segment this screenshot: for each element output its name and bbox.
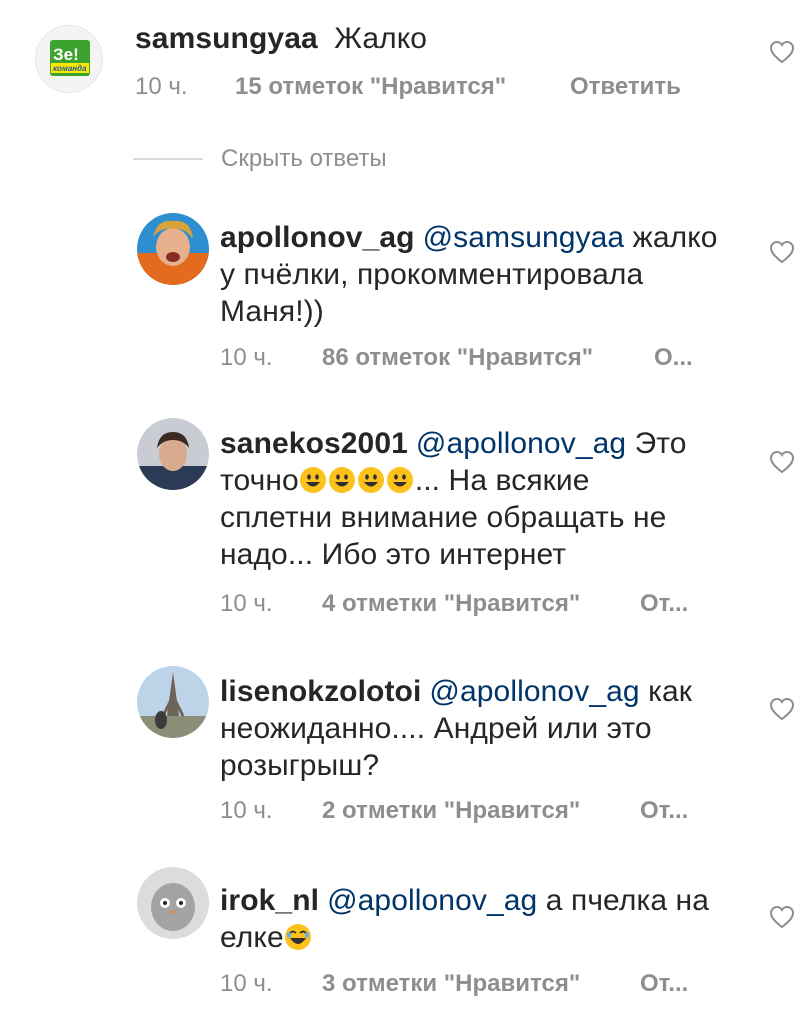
timestamp: 10 ч. [220, 590, 273, 617]
username[interactable]: sanekos2001 [220, 427, 408, 460]
likes-count[interactable]: 2 отметки "Нравится" [322, 797, 640, 825]
svg-text:команда: команда [53, 64, 87, 73]
hide-replies-button[interactable]: Скрыть ответы [221, 145, 387, 173]
heart-icon[interactable] [769, 40, 795, 64]
heart-icon[interactable] [769, 240, 795, 264]
comment-text: apollonov_ag @samsungyaa жалко у пчёлки, … [220, 221, 718, 328]
comment-text: samsungyaa Жалко [135, 22, 428, 55]
username[interactable]: lisenokzolotoi [220, 675, 421, 708]
username[interactable]: samsungyaa [135, 22, 318, 55]
reply-button[interactable]: Ответить [570, 73, 681, 101]
timestamp: 10 ч. [220, 970, 273, 997]
divider [133, 158, 203, 160]
grinning-face-icon [386, 467, 413, 493]
comment-text: sanekos2001 @apollonov_ag Это точно... На… [220, 427, 687, 571]
avatar-image [137, 418, 209, 490]
avatar-image [137, 867, 209, 939]
heart-icon[interactable] [769, 697, 795, 721]
timestamp: 10 ч. [135, 73, 188, 100]
heart-icon[interactable] [769, 905, 795, 929]
reply-button[interactable]: От... [640, 590, 688, 618]
heart-icon[interactable] [769, 450, 795, 474]
laughing-face-icon [284, 924, 311, 950]
mention-link[interactable]: @samsungyaa [423, 221, 625, 254]
comment-meta: 10 ч. 86 отметок "Нравится" О... [220, 344, 693, 372]
avatar-image [137, 666, 209, 738]
comment-text: irok_nl @apollonov_ag а пчелка на елке [220, 884, 710, 954]
comment-text: lisenokzolotoi @apollonov_ag как неожидан… [220, 675, 693, 782]
grinning-face-icon [299, 467, 326, 493]
likes-count[interactable]: 3 отметки "Нравится" [322, 970, 640, 998]
likes-count[interactable]: 86 отметок "Нравится" [322, 344, 654, 372]
reply-button[interactable]: От... [640, 970, 688, 998]
avatar[interactable] [137, 213, 209, 285]
timestamp: 10 ч. [220, 344, 273, 371]
comment-meta: 10 ч. 2 отметки "Нравится" От... [220, 797, 688, 825]
username[interactable]: apollonov_ag [220, 221, 415, 254]
avatar-image [137, 213, 209, 285]
svg-text:Зе!: Зе! [53, 45, 79, 64]
reply-button[interactable]: О... [654, 344, 693, 372]
timestamp: 10 ч. [220, 797, 273, 824]
username[interactable]: irok_nl [220, 884, 319, 917]
comment-meta: 10 ч. 15 отметок "Нравится" Ответить [135, 73, 681, 101]
avatar[interactable] [137, 418, 209, 490]
reply-button[interactable]: От... [640, 797, 688, 825]
ze-logo: Зе! команда [36, 26, 102, 92]
likes-count[interactable]: 15 отметок "Нравится" [235, 73, 570, 101]
mention-link[interactable]: @apollonov_ag [327, 884, 537, 917]
grinning-face-icon [328, 467, 355, 493]
grinning-face-icon [357, 467, 384, 493]
mention-link[interactable]: @apollonov_ag [416, 427, 626, 460]
comment-meta: 10 ч. 4 отметки "Нравится" От... [220, 590, 688, 618]
avatar[interactable]: Зе! команда [35, 25, 103, 93]
avatar[interactable] [137, 666, 209, 738]
likes-count[interactable]: 4 отметки "Нравится" [322, 590, 640, 618]
comment-meta: 10 ч. 3 отметки "Нравится" От... [220, 970, 688, 998]
avatar[interactable] [137, 867, 209, 939]
mention-link[interactable]: @apollonov_ag [429, 675, 639, 708]
